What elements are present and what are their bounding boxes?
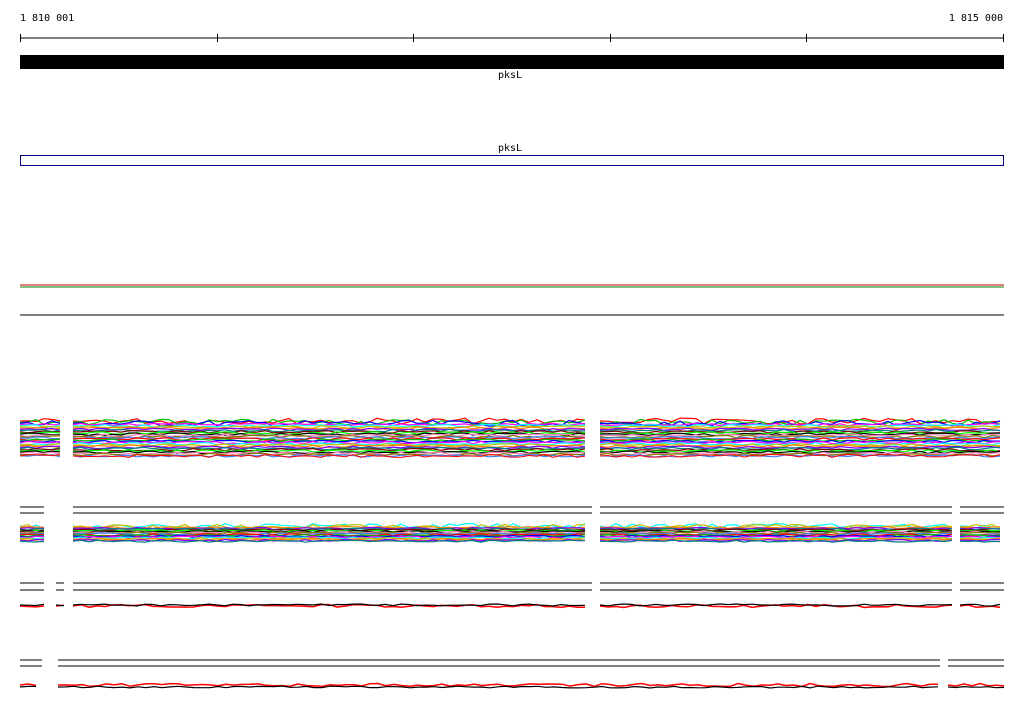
cds-feature-pksL[interactable] bbox=[20, 155, 1004, 166]
coverage-trace bbox=[947, 685, 1005, 689]
genome-browser-view: 1 810 001 1 815 000 pksL pksL bbox=[0, 0, 1024, 714]
coverage-trace bbox=[57, 682, 939, 688]
coverage-trace bbox=[19, 683, 37, 687]
coverage-trace bbox=[947, 682, 1005, 687]
cds-label: pksL bbox=[497, 143, 523, 154]
coverage-tracks bbox=[19, 417, 1005, 689]
ruler bbox=[20, 34, 1004, 42]
coverage-trace bbox=[19, 432, 61, 436]
coverage-trace bbox=[19, 540, 45, 543]
gene-label: pksL bbox=[497, 70, 523, 81]
coverage-trace bbox=[959, 540, 1001, 543]
coverage-trace bbox=[19, 605, 45, 608]
coverage-trace bbox=[19, 451, 61, 455]
coverage-trace bbox=[55, 604, 65, 607]
coverage-trace bbox=[19, 533, 45, 536]
tracks-canvas bbox=[19, 34, 1005, 689]
gene-feature-pksL[interactable] bbox=[20, 55, 1004, 69]
coverage-trace bbox=[57, 685, 939, 689]
coverage-trace bbox=[19, 603, 45, 607]
coverage-trace bbox=[19, 685, 36, 688]
